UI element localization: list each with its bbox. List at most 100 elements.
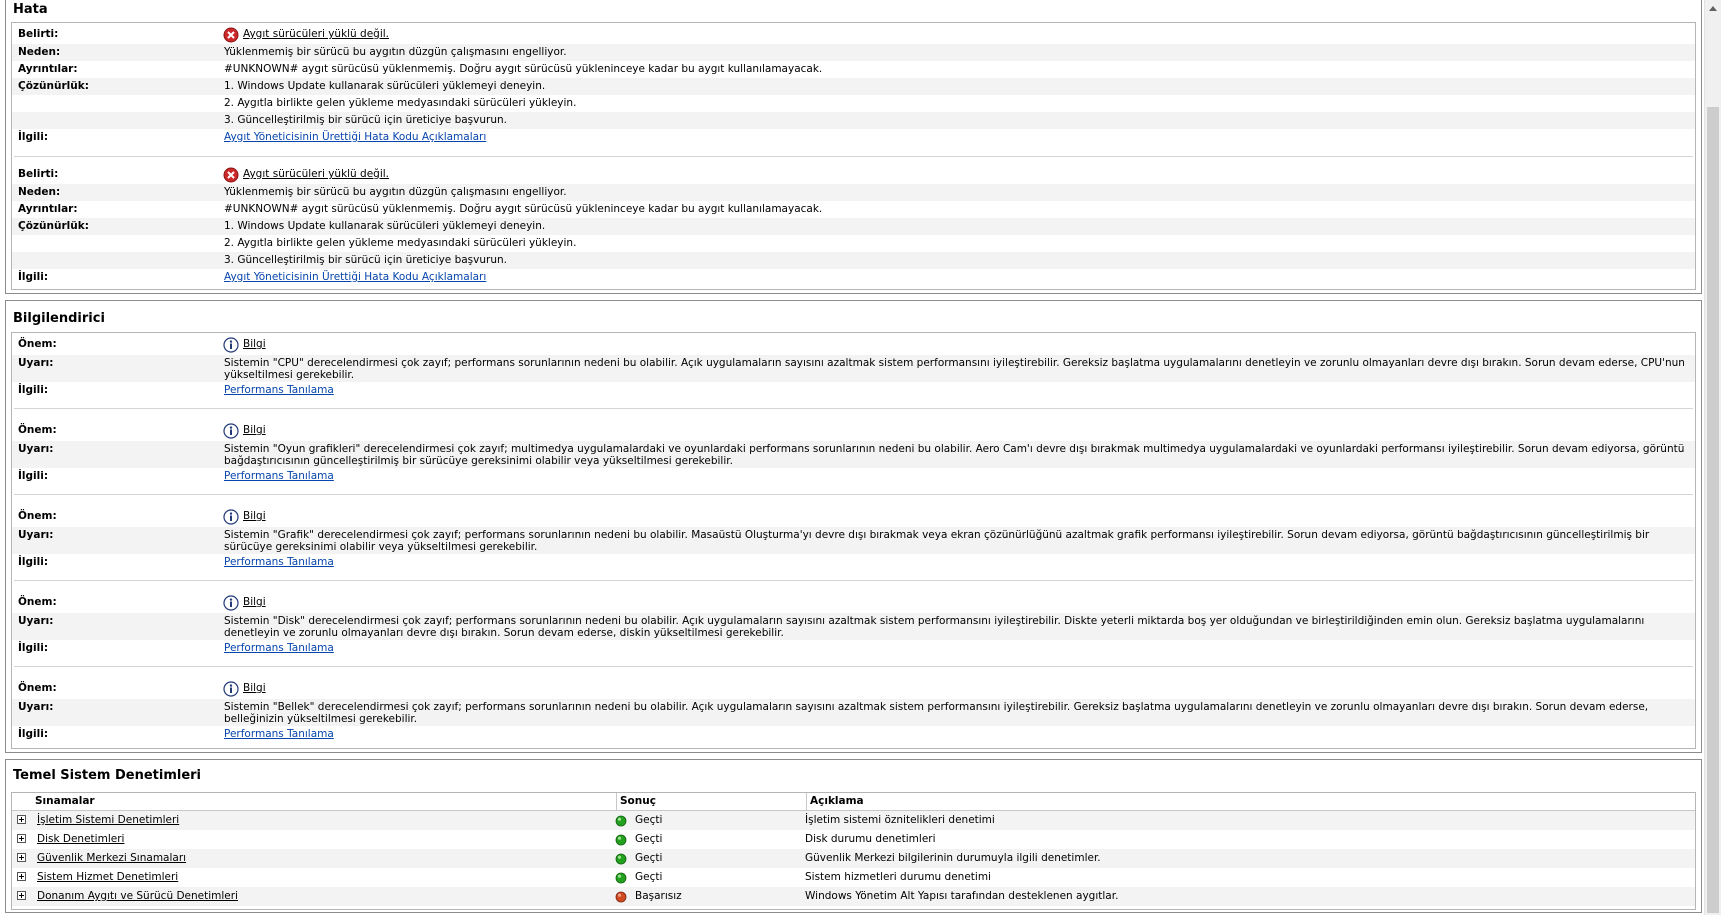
plus-box-icon[interactable] <box>17 815 26 824</box>
belirti-link[interactable]: Aygıt sürücüleri yüklü değil. <box>243 168 389 180</box>
onem-link[interactable]: Bilgi <box>243 338 266 350</box>
check-description: Güvenlik Merkezi bilgilerinin durumuyla … <box>805 852 1101 864</box>
row-ilgili: İlgili: Aygıt Yöneticisinin Ürettiği Hat… <box>12 129 1695 146</box>
cozunurluk-step: 1. Windows Update kullanarak sürücüleri … <box>224 80 546 92</box>
cozunurluk-step: 1. Windows Update kullanarak sürücüleri … <box>224 220 546 232</box>
label-ilgili: İlgili: <box>18 556 49 568</box>
onem-link[interactable]: Bilgi <box>243 682 266 694</box>
check-result: Geçti <box>635 833 663 845</box>
onem-link[interactable]: Bilgi <box>243 596 266 608</box>
section-title-temel: Temel Sistem Denetimleri <box>13 768 201 783</box>
section-bilgilendirici: Bilgilendirici Önem: Bilgi Uyarı: Sistem… <box>5 300 1702 753</box>
hata-entries: Belirti: Aygıt sürücüleri yüklü değil. N… <box>11 22 1696 290</box>
ilgili-link[interactable]: Performans Tanılama <box>224 384 334 396</box>
label-uyari: Uyarı: <box>18 615 54 627</box>
uyari-text: Sistemin "Oyun grafikleri" derecelendirm… <box>224 443 1685 467</box>
cozunurluk-step: 3. Güncelleştirilmiş bir sürücü için üre… <box>224 254 507 266</box>
ilgili-link[interactable]: Performans Tanılama <box>224 556 334 568</box>
plus-box-icon[interactable] <box>17 853 26 862</box>
error-circle-icon <box>223 27 239 43</box>
row-cozunurluk-2: 2. Aygıtla birlikte gelen yükleme medyas… <box>12 235 1695 252</box>
onem-link[interactable]: Bilgi <box>243 424 266 436</box>
label-onem: Önem: <box>18 596 57 608</box>
ilgili-link[interactable]: Aygıt Yöneticisinin Ürettiği Hata Kodu A… <box>224 271 486 283</box>
table-row: Disk Denetimleri Geçti Disk durumu denet… <box>12 830 1695 849</box>
section-temel: Temel Sistem Denetimleri Sınamalar Sonuç… <box>5 759 1702 913</box>
onem-link[interactable]: Bilgi <box>243 510 266 522</box>
info-icon <box>223 337 239 353</box>
label-uyari: Uyarı: <box>18 357 54 369</box>
info-icon <box>223 595 239 611</box>
check-name-link[interactable]: Disk Denetimleri <box>37 830 124 849</box>
col-header-sonuc[interactable]: Sonuç <box>617 793 807 810</box>
label-ayrintilar: Ayrıntılar: <box>18 203 78 215</box>
check-result: Geçti <box>635 871 663 883</box>
check-name-link[interactable]: Sistem Hizmet Denetimleri <box>37 868 178 887</box>
row-ilgili: İlgili: Performans Tanılama <box>12 640 1695 657</box>
check-name-link[interactable]: Güvenlik Merkezi Sınamaları <box>37 849 186 868</box>
belirti-link[interactable]: Aygıt sürücüleri yüklü değil. <box>243 28 389 40</box>
row-ilgili: İlgili: Performans Tanılama <box>12 468 1695 485</box>
info-icon <box>223 423 239 439</box>
row-ilgili: İlgili: Performans Tanılama <box>12 554 1695 571</box>
ayrintilar-text: #UNKNOWN# aygıt sürücüsü yüklenmemiş. Do… <box>224 203 823 215</box>
row-cozunurluk-2: 2. Aygıtla birlikte gelen yükleme medyas… <box>12 95 1695 112</box>
col-header-aciklama[interactable]: Açıklama <box>807 793 1695 810</box>
vertical-scrollbar[interactable] <box>1704 0 1721 915</box>
label-onem: Önem: <box>18 338 57 350</box>
row-cozunurluk: Çözünürlük: 1. Windows Update kullanarak… <box>12 218 1695 235</box>
row-cozunurluk-3: 3. Güncelleştirilmiş bir sürücü için üre… <box>12 112 1695 129</box>
red-dot-icon <box>615 891 627 910</box>
entry-divider <box>14 408 1693 409</box>
entry-divider <box>14 156 1693 157</box>
entry-divider <box>14 666 1693 667</box>
ilgili-link[interactable]: Aygıt Yöneticisinin Ürettiği Hata Kodu A… <box>224 131 486 143</box>
label-onem: Önem: <box>18 424 57 436</box>
section-hata: Hata Belirti: Aygıt sürücüleri yüklü değ… <box>5 0 1702 294</box>
neden-text: Yüklenmemiş bir sürücü bu aygıtın düzgün… <box>224 186 567 198</box>
label-onem: Önem: <box>18 510 57 522</box>
plus-box-icon[interactable] <box>17 891 26 900</box>
check-name-link[interactable]: İşletim Sistemi Denetimleri <box>37 811 179 830</box>
label-ilgili: İlgili: <box>18 384 49 396</box>
ilgili-link[interactable]: Performans Tanılama <box>224 642 334 654</box>
row-uyari: Uyarı: Sistemin "Oyun grafikleri" derece… <box>12 441 1695 468</box>
uyari-text: Sistemin "Grafik" derecelendirmesi çok z… <box>224 529 1650 553</box>
entry-divider <box>14 494 1693 495</box>
row-uyari: Uyarı: Sistemin "Grafik" derecelendirmes… <box>12 527 1695 554</box>
row-uyari: Uyarı: Sistemin "Disk" derecelendirmesi … <box>12 613 1695 640</box>
row-onem: Önem: Bilgi <box>12 680 1695 697</box>
row-ayrintilar: Ayrıntılar: #UNKNOWN# aygıt sürücüsü yük… <box>12 201 1695 218</box>
row-cozunurluk-3: 3. Güncelleştirilmiş bir sürücü için üre… <box>12 252 1695 269</box>
checks-table: Sınamalar Sonuç Açıklama İşletim Sistemi… <box>11 792 1696 910</box>
table-row: Sistem Hizmet Denetimleri Geçti Sistem h… <box>12 868 1695 887</box>
label-cozunurluk: Çözünürlük: <box>18 80 89 92</box>
cozunurluk-step: 3. Güncelleştirilmiş bir sürücü için üre… <box>224 114 507 126</box>
label-ilgili: İlgili: <box>18 642 49 654</box>
row-uyari: Uyarı: Sistemin "CPU" derecelendirmesi ç… <box>12 355 1695 382</box>
plus-box-icon[interactable] <box>17 834 26 843</box>
row-ilgili: İlgili: Performans Tanılama <box>12 382 1695 399</box>
check-name-link[interactable]: Donanım Aygıtı ve Sürücü Denetimleri <box>37 887 238 906</box>
check-description: Disk durumu denetimleri <box>805 833 936 845</box>
table-header: Sınamalar Sonuç Açıklama <box>12 793 1695 811</box>
row-onem: Önem: Bilgi <box>12 336 1695 353</box>
check-description: Windows Yönetim Alt Yapısı tarafından de… <box>805 890 1119 902</box>
scroll-up-arrow-icon[interactable] <box>1705 0 1721 17</box>
row-neden: Neden: Yüklenmemiş bir sürücü bu aygıtın… <box>12 184 1695 201</box>
uyari-text: Sistemin "Bellek" derecelendirmesi çok z… <box>224 701 1649 725</box>
bilgi-entries: Önem: Bilgi Uyarı: Sistemin "CPU" derece… <box>11 332 1696 749</box>
label-belirti: Belirti: <box>18 168 59 180</box>
neden-text: Yüklenmemiş bir sürücü bu aygıtın düzgün… <box>224 46 567 58</box>
cozunurluk-step: 2. Aygıtla birlikte gelen yükleme medyas… <box>224 237 577 249</box>
ilgili-link[interactable]: Performans Tanılama <box>224 728 334 740</box>
col-header-sinamalar[interactable]: Sınamalar <box>32 793 617 810</box>
uyari-text: Sistemin "CPU" derecelendirmesi çok zayı… <box>224 357 1685 381</box>
row-ayrintilar: Ayrıntılar: #UNKNOWN# aygıt sürücüsü yük… <box>12 61 1695 78</box>
scrollbar-thumb[interactable] <box>1707 107 1719 913</box>
ilgili-link[interactable]: Performans Tanılama <box>224 470 334 482</box>
check-result: Geçti <box>635 814 663 826</box>
plus-box-icon[interactable] <box>17 872 26 881</box>
label-ilgili: İlgili: <box>18 470 49 482</box>
label-ilgili: İlgili: <box>18 728 49 740</box>
